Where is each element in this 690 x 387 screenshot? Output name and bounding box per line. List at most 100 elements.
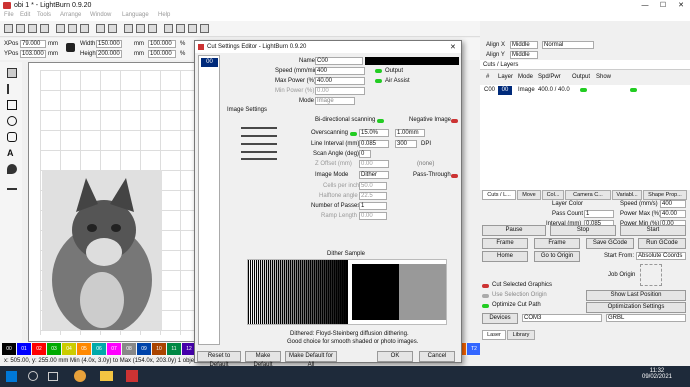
cut-icon[interactable] <box>56 24 65 33</box>
undo-icon[interactable] <box>96 24 105 33</box>
layer-list-item[interactable]: 00 <box>201 58 218 67</box>
xpos-field[interactable]: 79.000 <box>20 40 46 48</box>
optimize-toggle[interactable] <box>482 304 489 308</box>
camera-icon[interactable] <box>164 24 173 33</box>
task-view-icon[interactable] <box>48 372 58 381</box>
trace-icon[interactable] <box>188 24 197 33</box>
import-icon[interactable] <box>28 24 37 33</box>
edit-nodes-icon[interactable] <box>7 84 17 94</box>
tab-cuts[interactable]: Cuts / L... <box>482 190 516 200</box>
minpower-input[interactable]: 0.00 <box>315 87 365 95</box>
menu-file[interactable]: File <box>4 12 14 18</box>
line-interval-input[interactable]: 0.085 <box>359 140 389 148</box>
stop-button[interactable]: Stop <box>550 225 616 236</box>
maximize-icon[interactable]: ☐ <box>654 0 672 11</box>
lock-icon[interactable] <box>66 43 75 52</box>
redo-icon[interactable] <box>108 24 117 33</box>
width-pct-field[interactable]: 100.000 <box>148 40 176 48</box>
maxpower-input[interactable]: 40.00 <box>315 77 365 85</box>
frame-button-1[interactable]: Frame <box>482 238 528 249</box>
open-icon[interactable] <box>4 24 13 33</box>
menu-window[interactable]: Window <box>90 12 111 18</box>
height-field[interactable]: 200.000 <box>96 50 122 58</box>
tab-laser[interactable]: Laser <box>482 330 506 340</box>
palette-swatch-09[interactable]: 09 <box>137 343 151 355</box>
output-toggle[interactable] <box>375 69 382 73</box>
palette-swatch-11[interactable]: 11 <box>167 343 181 355</box>
show-last-position-button[interactable]: Show Last Position <box>586 290 686 301</box>
chrome-icon[interactable] <box>74 370 86 382</box>
zoom-out-icon[interactable] <box>136 24 145 33</box>
position-laser-icon[interactable] <box>7 164 17 174</box>
export-icon[interactable] <box>40 24 49 33</box>
optimization-settings-button[interactable]: Optimization Settings <box>586 302 686 313</box>
palette-swatch-00[interactable]: 00 <box>2 343 16 355</box>
ypos-field[interactable]: 103.000 <box>20 50 46 58</box>
layer-output-toggle[interactable] <box>580 88 587 92</box>
airassist-toggle[interactable] <box>375 79 382 83</box>
tab-library[interactable]: Library <box>507 330 535 340</box>
palette-swatch-08[interactable]: 08 <box>122 343 136 355</box>
cancel-button[interactable]: Cancel <box>419 351 455 362</box>
tab-move[interactable]: Move <box>517 190 541 200</box>
height-pct-field[interactable]: 100.000 <box>148 50 176 58</box>
make-default-all-button[interactable]: Make Default for All <box>285 351 337 368</box>
text-tool-icon[interactable]: A <box>7 148 17 158</box>
name-input[interactable]: C00 <box>315 57 363 65</box>
pause-button[interactable]: Pause <box>482 225 546 236</box>
file-explorer-icon[interactable] <box>100 371 113 381</box>
zoom-fit-icon[interactable] <box>148 24 157 33</box>
palette-swatch-06[interactable]: 06 <box>92 343 106 355</box>
overscan-toggle[interactable] <box>350 132 357 136</box>
menu-help[interactable]: Help <box>158 12 170 18</box>
tab-variable[interactable]: Variabl... <box>612 190 642 200</box>
palette-swatch-10[interactable]: 10 <box>152 343 166 355</box>
menu-edit[interactable]: Edit <box>20 12 30 18</box>
run-gcode-button[interactable]: Run GCode <box>638 238 686 249</box>
ramp-input[interactable]: 0.00 <box>359 212 387 220</box>
reset-default-button[interactable]: Reset to Default <box>197 351 241 368</box>
devices-button[interactable]: Devices <box>482 313 518 324</box>
job-origin-grid[interactable] <box>640 264 662 286</box>
cat-image[interactable] <box>42 170 162 330</box>
close-icon[interactable]: ✕ <box>672 0 690 11</box>
palette-swatch-T2[interactable]: T2 <box>467 343 481 355</box>
passes-input[interactable]: 1 <box>359 202 387 210</box>
negative-toggle[interactable] <box>451 119 458 123</box>
select-tool-icon[interactable] <box>7 68 17 78</box>
halftone-input[interactable]: 22.5 <box>359 192 387 200</box>
device-select[interactable]: GRBL <box>606 314 686 322</box>
start-button[interactable]: Start <box>620 225 686 236</box>
home-button[interactable]: Home <box>482 251 528 262</box>
save-gcode-button[interactable]: Save GCode <box>586 238 634 249</box>
width-field[interactable]: 150.000 <box>96 40 122 48</box>
bidir-toggle[interactable] <box>377 119 384 123</box>
layer-show-toggle[interactable] <box>630 88 637 92</box>
tab-camera[interactable]: Camera C... <box>565 190 611 200</box>
scan-angle-input[interactable]: 0 <box>359 150 371 158</box>
font-style-select[interactable]: Normal <box>542 41 594 49</box>
frame-button-2[interactable]: Frame <box>534 238 580 249</box>
go-origin-button[interactable]: Go to Origin <box>534 251 580 262</box>
pmax-field-panel[interactable]: 40.00 <box>660 210 686 218</box>
palette-swatch-02[interactable]: 02 <box>32 343 46 355</box>
mode-select[interactable]: Image <box>315 97 355 105</box>
palette-swatch-07[interactable]: 07 <box>107 343 121 355</box>
zoom-in-icon[interactable] <box>124 24 133 33</box>
cut-selected-toggle[interactable] <box>482 284 489 288</box>
pass-field-panel[interactable]: 1 <box>584 210 614 218</box>
layer-row[interactable]: C00 00 Image 400.0 / 40.0 <box>480 85 690 96</box>
dialog-close-icon[interactable]: ✕ <box>450 43 456 51</box>
image-mode-select[interactable]: Dither <box>359 171 389 179</box>
tab-shape[interactable]: Shape Prop... <box>643 190 687 200</box>
make-default-button[interactable]: Make Default <box>245 351 281 368</box>
cells-input[interactable]: 50.0 <box>359 182 387 190</box>
settings-icon[interactable] <box>176 24 185 33</box>
palette-swatch-01[interactable]: 01 <box>17 343 31 355</box>
use-selection-toggle[interactable] <box>482 294 489 298</box>
menu-tools[interactable]: Tools <box>37 12 51 18</box>
search-icon[interactable] <box>28 371 38 381</box>
lightburn-taskbar-icon[interactable] <box>126 370 138 382</box>
tab-color[interactable]: Col... <box>542 190 564 200</box>
speed-field-panel[interactable]: 400 <box>660 200 686 208</box>
